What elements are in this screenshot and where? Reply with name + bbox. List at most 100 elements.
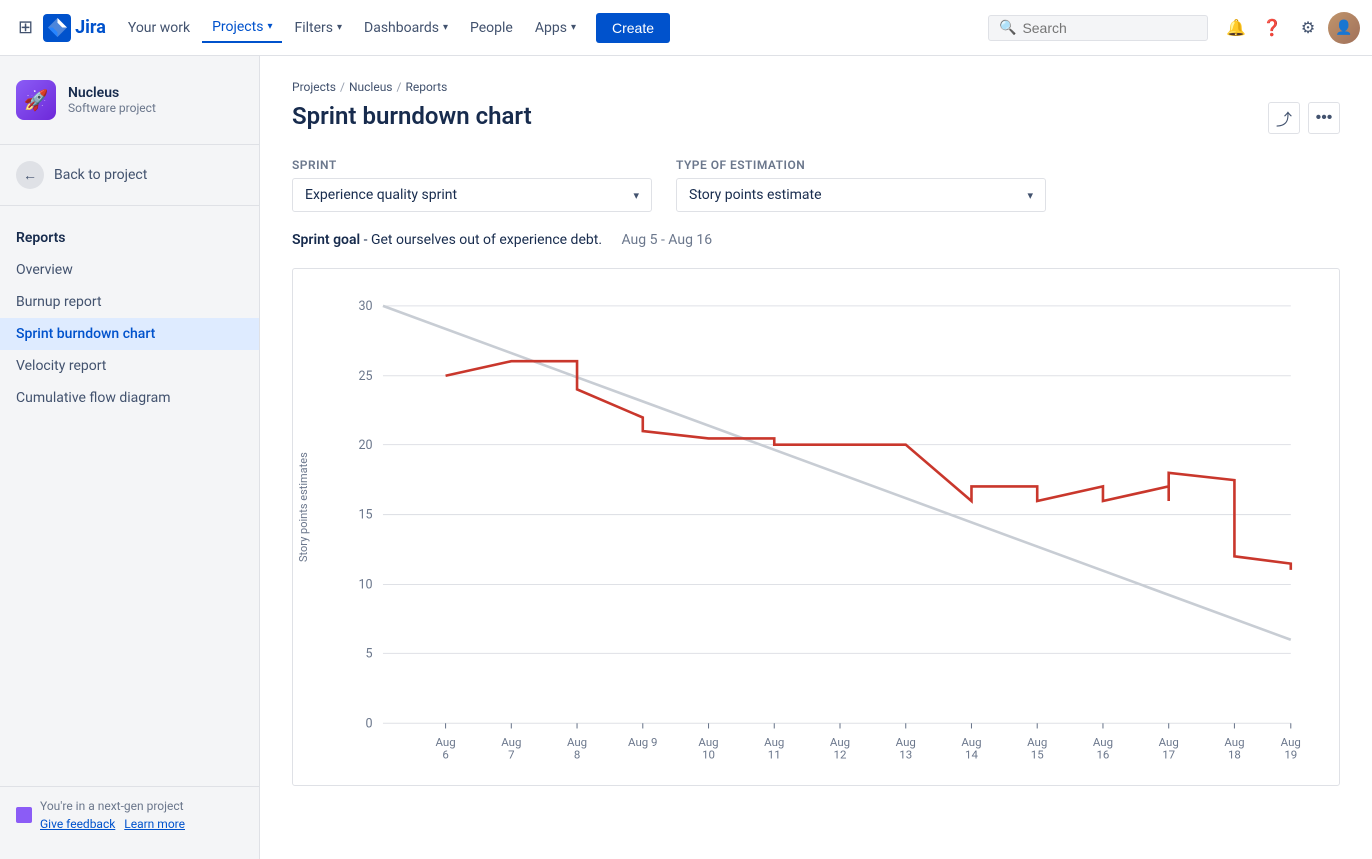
svg-text:16: 16: [1097, 748, 1110, 762]
svg-text:10: 10: [702, 748, 715, 762]
svg-text:5: 5: [365, 647, 372, 662]
sidebar-item-velocity[interactable]: Velocity report: [0, 350, 259, 382]
topnav-icons: 🔔 ❓ ⚙ 👤: [1220, 12, 1360, 44]
main-inner: Projects / Nucleus / Reports Sprint burn…: [260, 56, 1372, 810]
main-content: Projects / Nucleus / Reports Sprint burn…: [260, 56, 1372, 859]
layout: 🚀 Nucleus Software project ← Back to pro…: [0, 56, 1372, 859]
footer-links: You're in a next-gen project Give feedba…: [40, 799, 185, 831]
sidebar: 🚀 Nucleus Software project ← Back to pro…: [0, 56, 260, 859]
dashboards-chevron-icon: ▾: [443, 22, 448, 33]
sidebar-divider-2: [0, 205, 259, 206]
jira-logo-icon: [43, 14, 71, 42]
sidebar-item-sprint-burndown[interactable]: Sprint burndown chart: [0, 318, 259, 350]
breadcrumb: Projects / Nucleus / Reports: [292, 80, 1340, 94]
logo[interactable]: Jira: [43, 14, 106, 42]
svg-text:10: 10: [358, 578, 372, 593]
create-button[interactable]: Create: [596, 13, 670, 43]
svg-text:13: 13: [899, 748, 912, 762]
svg-text:0: 0: [365, 716, 372, 731]
sidebar-item-cumulative-flow[interactable]: Cumulative flow diagram: [0, 382, 259, 414]
estimation-chevron-icon: ▾: [1027, 189, 1033, 202]
project-info: Nucleus Software project: [68, 85, 156, 115]
learn-more-link[interactable]: Learn more: [124, 817, 185, 831]
svg-text:15: 15: [1031, 748, 1044, 762]
estimation-filter-value: Story points estimate: [689, 187, 822, 203]
give-feedback-link[interactable]: Give feedback: [40, 817, 115, 831]
sprint-goal: Sprint goal - Get ourselves out of exper…: [292, 232, 1340, 248]
page-header: Sprint burndown chart ⤴ •••: [292, 102, 1340, 134]
nav-apps[interactable]: Apps ▾: [525, 14, 586, 42]
svg-text:20: 20: [358, 438, 372, 453]
search-box[interactable]: 🔍: [988, 15, 1208, 41]
svg-text:14: 14: [965, 748, 978, 762]
sprint-filter-group: Sprint Experience quality sprint ▾: [292, 158, 652, 212]
sprint-filter-value: Experience quality sprint: [305, 187, 457, 203]
sidebar-item-burnup[interactable]: Burnup report: [0, 286, 259, 318]
svg-text:7: 7: [508, 748, 514, 762]
breadcrumb-sep-2: /: [397, 80, 402, 94]
svg-text:17: 17: [1162, 748, 1175, 762]
svg-text:30: 30: [358, 299, 372, 314]
svg-text:25: 25: [358, 369, 372, 384]
breadcrumb-reports[interactable]: Reports: [405, 80, 447, 94]
breadcrumb-nucleus[interactable]: Nucleus: [349, 80, 393, 94]
back-to-project[interactable]: ← Back to project: [0, 153, 259, 197]
page-actions: ⤴ •••: [1268, 102, 1340, 134]
more-options-button[interactable]: •••: [1308, 102, 1340, 134]
chart-wrapper: Story points estimates: [309, 285, 1323, 769]
logo-text: Jira: [75, 17, 106, 38]
svg-text:18: 18: [1228, 748, 1241, 762]
breadcrumb-projects[interactable]: Projects: [292, 80, 336, 94]
svg-text:11: 11: [768, 748, 781, 762]
share-button[interactable]: ⤴: [1268, 102, 1300, 134]
sprint-chevron-icon: ▾: [633, 189, 639, 202]
svg-text:Aug 9: Aug 9: [628, 735, 657, 749]
page-title: Sprint burndown chart: [292, 102, 532, 130]
svg-text:12: 12: [834, 748, 847, 762]
apps-chevron-icon: ▾: [571, 22, 576, 33]
more-icon: •••: [1316, 109, 1333, 127]
sidebar-footer: You're in a next-gen project Give feedba…: [0, 786, 259, 843]
search-input[interactable]: [1022, 20, 1197, 36]
estimation-filter-label: Type of estimation: [676, 158, 1046, 172]
sprint-filter-label: Sprint: [292, 158, 652, 172]
estimation-filter-group: Type of estimation Story points estimate…: [676, 158, 1046, 212]
burndown-chart: 0 5 10 15 20 25 30: [309, 285, 1323, 765]
sprint-goal-text: Get ourselves out of experience debt.: [371, 232, 602, 248]
svg-text:15: 15: [358, 508, 372, 523]
estimation-filter-select[interactable]: Story points estimate ▾: [676, 178, 1046, 212]
sidebar-project: 🚀 Nucleus Software project: [0, 72, 259, 136]
avatar[interactable]: 👤: [1328, 12, 1360, 44]
back-icon: ←: [16, 161, 44, 189]
grid-icon[interactable]: ⊞: [12, 11, 39, 44]
sprint-filter-select[interactable]: Experience quality sprint ▾: [292, 178, 652, 212]
nav-people[interactable]: People: [460, 14, 523, 42]
project-name: Nucleus: [68, 85, 156, 101]
search-icon: 🔍: [999, 20, 1016, 36]
sidebar-section-title: Reports: [0, 214, 259, 254]
svg-text:6: 6: [442, 748, 448, 762]
filters-chevron-icon: ▾: [337, 22, 342, 33]
y-axis-label: Story points estimates: [297, 285, 310, 729]
share-icon: ⤴: [1276, 106, 1292, 130]
svg-text:19: 19: [1284, 748, 1297, 762]
svg-text:8: 8: [574, 748, 580, 762]
nav-filters[interactable]: Filters ▾: [284, 14, 352, 42]
topnav: ⊞ Jira Your work Projects ▾ Filters ▾ Da…: [0, 0, 1372, 56]
sidebar-item-overview[interactable]: Overview: [0, 254, 259, 286]
notifications-button[interactable]: 🔔: [1220, 12, 1252, 44]
sidebar-divider: [0, 144, 259, 145]
nav-your-work[interactable]: Your work: [118, 14, 200, 42]
nav-projects[interactable]: Projects ▾: [202, 13, 282, 43]
project-type: Software project: [68, 101, 156, 115]
help-button[interactable]: ❓: [1256, 12, 1288, 44]
projects-chevron-icon: ▾: [267, 21, 272, 32]
nav-dashboards[interactable]: Dashboards ▾: [354, 14, 458, 42]
topnav-nav: Your work Projects ▾ Filters ▾ Dashboard…: [118, 13, 984, 43]
project-indicator: [16, 807, 32, 823]
filters-row: Sprint Experience quality sprint ▾ Type …: [292, 158, 1340, 212]
project-icon: 🚀: [16, 80, 56, 120]
chart-container: Story points estimates: [292, 268, 1340, 786]
settings-button[interactable]: ⚙: [1292, 12, 1324, 44]
breadcrumb-sep-1: /: [340, 80, 345, 94]
